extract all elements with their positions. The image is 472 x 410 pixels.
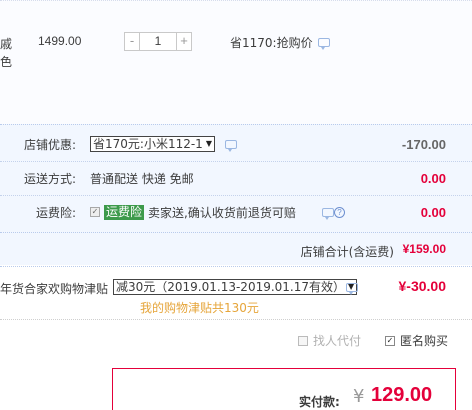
- discount-select-value: 省170元:小米112-1: [93, 137, 203, 151]
- subsidy-note: 我的购物津贴共130元: [140, 301, 259, 315]
- shop-total-label: 店铺合计(含运费): [300, 245, 394, 259]
- insurance-label: 运费险:: [35, 205, 76, 220]
- proxy-pay-checkbox[interactable]: [298, 335, 308, 346]
- payment-currency: ¥: [353, 386, 365, 407]
- order-options: 找人代付 ✓ 匿名购买: [0, 320, 472, 356]
- payment-label: 实付款:: [299, 395, 340, 409]
- shop-total-row: 店铺合计(含运费) ¥159.00: [0, 232, 472, 265]
- subsidy-select[interactable]: 减30元（2019.01.13-2019.01.17有效） ▼: [113, 279, 358, 295]
- shipping-label: 运送方式:: [23, 171, 76, 186]
- help-icon[interactable]: ?: [334, 207, 345, 218]
- quantity-input[interactable]: 1: [140, 32, 176, 51]
- anonymous-label: 匿名购买: [400, 334, 449, 348]
- order-item: 戚 色 1499.00 - 1 + 省1170:抢购价: [0, 0, 472, 124]
- proxy-pay-label: 找人代付: [313, 334, 362, 348]
- shopping-subsidy: 年货合家欢购物津贴 减30元（2019.01.13-2019.01.17有效） …: [0, 266, 472, 320]
- decrease-button[interactable]: -: [124, 32, 140, 51]
- discount-label: 店铺优惠:: [23, 137, 76, 152]
- subsidy-label: 年货合家欢购物津贴: [0, 282, 109, 296]
- comment-icon[interactable]: [322, 208, 334, 220]
- subsidy-select-value: 减30元（2019.01.13-2019.01.17有效）: [116, 280, 346, 294]
- increase-button[interactable]: +: [176, 32, 192, 51]
- comment-icon[interactable]: [317, 38, 330, 50]
- insurance-badge: 运费险: [104, 204, 145, 220]
- shop-discount-row: 店铺优惠: 省170元:小米112-1 ▼ -170.00: [0, 129, 472, 159]
- chevron-down-icon: ▼: [205, 139, 212, 148]
- discount-amount: -170.00: [401, 136, 446, 152]
- payment-summary: 实付款: ¥ 129.00: [112, 368, 456, 410]
- subsidy-amount: ¥-30.00: [398, 278, 446, 294]
- item-title-fragment: 戚: [0, 37, 13, 51]
- item-title-fragment: 色: [0, 55, 13, 69]
- comment-icon[interactable]: [224, 139, 237, 152]
- proxy-pay-option[interactable]: 找人代付: [298, 332, 361, 349]
- promo-text: 省1170:抢购价: [230, 36, 313, 50]
- insurance-amount: 0.00: [420, 204, 446, 220]
- insurance-row: 运费险: ✓ 运费险 卖家送,确认收货前退货可赔 ? 0.00: [0, 197, 472, 227]
- discount-select[interactable]: 省170元:小米112-1 ▼: [90, 136, 215, 152]
- divider: [0, 161, 472, 162]
- item-unit-price: 1499.00: [38, 34, 82, 48]
- shop-total-value: ¥159.00: [402, 242, 446, 256]
- quantity-stepper: - 1 +: [124, 32, 192, 51]
- payment-value: 129.00: [371, 384, 433, 406]
- comment-icon[interactable]: [346, 283, 358, 295]
- divider: [0, 195, 472, 196]
- insurance-text: 卖家送,确认收货前退货可赔: [148, 205, 296, 220]
- shipping-amount: 0.00: [420, 170, 446, 186]
- insurance-checkbox[interactable]: ✓: [90, 207, 100, 217]
- anonymous-checkbox[interactable]: ✓: [385, 335, 395, 346]
- shipping-row: 运送方式: 普通配送 快递 免邮 0.00: [0, 163, 472, 193]
- item-promo: 省1170:抢购价: [230, 34, 330, 51]
- anonymous-option[interactable]: ✓ 匿名购买: [385, 332, 448, 349]
- shipping-value: 普通配送 快递 免邮: [90, 171, 194, 186]
